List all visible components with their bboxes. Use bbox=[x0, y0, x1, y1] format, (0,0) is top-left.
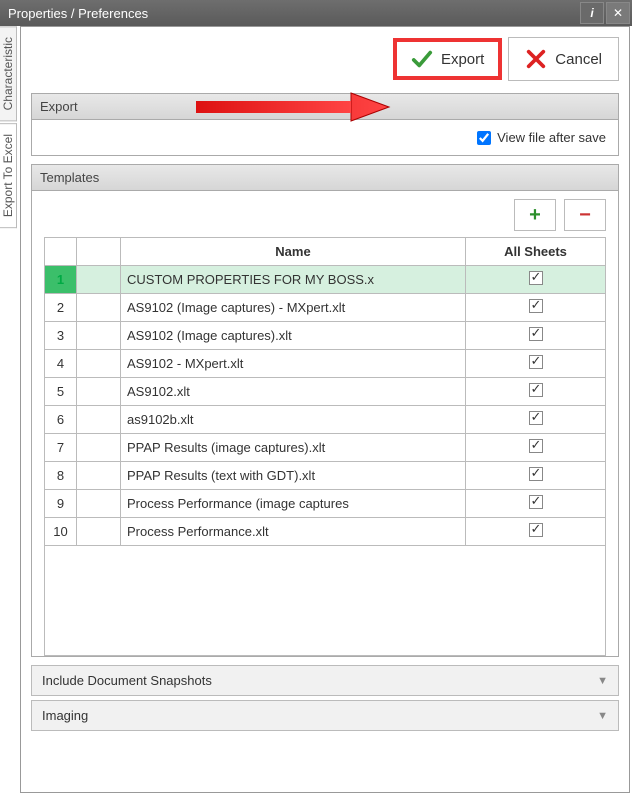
all-sheets-cell[interactable] bbox=[466, 462, 606, 490]
include-snapshots-label: Include Document Snapshots bbox=[42, 673, 212, 688]
row-index: 7 bbox=[45, 434, 77, 462]
all-sheets-cell[interactable] bbox=[466, 350, 606, 378]
drag-handle[interactable] bbox=[77, 462, 121, 490]
template-name-cell[interactable]: Process Performance.xlt bbox=[121, 518, 466, 546]
titlebar: Properties / Preferences i ✕ bbox=[0, 0, 632, 26]
table-row[interactable]: 8 PPAP Results (text with GDT).xlt bbox=[45, 462, 606, 490]
main-panel: Export Cancel Export View file after sav… bbox=[20, 26, 630, 793]
row-index: 10 bbox=[45, 518, 77, 546]
all-sheets-checkbox[interactable] bbox=[529, 495, 543, 509]
info-button[interactable]: i bbox=[580, 2, 604, 24]
table-row[interactable]: 2 AS9102 (Image captures) - MXpert.xlt bbox=[45, 294, 606, 322]
callout-arrow-icon bbox=[191, 87, 391, 127]
table-row[interactable]: 3 AS9102 (Image captures).xlt bbox=[45, 322, 606, 350]
window-title: Properties / Preferences bbox=[8, 6, 148, 21]
template-name-cell[interactable]: as9102b.xlt bbox=[121, 406, 466, 434]
table-row[interactable]: 4 AS9102 - MXpert.xlt bbox=[45, 350, 606, 378]
template-name-cell[interactable]: CUSTOM PROPERTIES FOR MY BOSS.x bbox=[121, 266, 466, 294]
row-index: 9 bbox=[45, 490, 77, 518]
col-all-sheets[interactable]: All Sheets bbox=[466, 238, 606, 266]
table-row[interactable]: 6 as9102b.xlt bbox=[45, 406, 606, 434]
table-row[interactable]: 1 CUSTOM PROPERTIES FOR MY BOSS.x bbox=[45, 266, 606, 294]
include-snapshots-section[interactable]: Include Document Snapshots ▼ bbox=[31, 665, 619, 696]
all-sheets-cell[interactable] bbox=[466, 294, 606, 322]
all-sheets-cell[interactable] bbox=[466, 406, 606, 434]
view-file-after-save-row[interactable]: View file after save bbox=[44, 130, 606, 145]
col-name[interactable]: Name bbox=[121, 238, 466, 266]
drag-handle[interactable] bbox=[77, 294, 121, 322]
checkmark-icon bbox=[411, 48, 433, 70]
view-file-after-save-checkbox[interactable] bbox=[477, 131, 491, 145]
row-index: 2 bbox=[45, 294, 77, 322]
tab-export-to-excel[interactable]: Export To Excel bbox=[0, 123, 17, 228]
row-index: 8 bbox=[45, 462, 77, 490]
row-index: 4 bbox=[45, 350, 77, 378]
add-template-button[interactable]: + bbox=[514, 199, 556, 231]
imaging-label: Imaging bbox=[42, 708, 88, 723]
template-name-cell[interactable]: AS9102 (Image captures).xlt bbox=[121, 322, 466, 350]
all-sheets-checkbox[interactable] bbox=[529, 271, 543, 285]
drag-handle[interactable] bbox=[77, 378, 121, 406]
view-file-after-save-label: View file after save bbox=[497, 130, 606, 145]
minus-icon: − bbox=[579, 204, 591, 227]
drag-handle[interactable] bbox=[77, 518, 121, 546]
drag-handle[interactable] bbox=[77, 434, 121, 462]
templates-table: Name All Sheets 1 CUSTOM PROPERTIES FOR M… bbox=[44, 237, 606, 546]
chevron-down-icon: ▼ bbox=[597, 675, 608, 687]
all-sheets-cell[interactable] bbox=[466, 378, 606, 406]
col-index bbox=[45, 238, 77, 266]
cancel-button[interactable]: Cancel bbox=[508, 37, 619, 81]
col-drag bbox=[77, 238, 121, 266]
x-icon bbox=[525, 48, 547, 70]
all-sheets-cell[interactable] bbox=[466, 266, 606, 294]
all-sheets-cell[interactable] bbox=[466, 518, 606, 546]
drag-handle[interactable] bbox=[77, 350, 121, 378]
chevron-down-icon: ▼ bbox=[597, 710, 608, 722]
all-sheets-checkbox[interactable] bbox=[529, 355, 543, 369]
template-name-cell[interactable]: AS9102.xlt bbox=[121, 378, 466, 406]
drag-handle[interactable] bbox=[77, 266, 121, 294]
drag-handle[interactable] bbox=[77, 322, 121, 350]
all-sheets-checkbox[interactable] bbox=[529, 299, 543, 313]
imaging-section[interactable]: Imaging ▼ bbox=[31, 700, 619, 731]
table-row[interactable]: 7 PPAP Results (image captures).xlt bbox=[45, 434, 606, 462]
table-empty-space bbox=[44, 546, 606, 656]
template-name-cell[interactable]: Process Performance (image captures bbox=[121, 490, 466, 518]
all-sheets-checkbox[interactable] bbox=[529, 327, 543, 341]
row-index: 6 bbox=[45, 406, 77, 434]
template-name-cell[interactable]: PPAP Results (image captures).xlt bbox=[121, 434, 466, 462]
row-index: 3 bbox=[45, 322, 77, 350]
close-button[interactable]: ✕ bbox=[606, 2, 630, 24]
template-name-cell[interactable]: AS9102 - MXpert.xlt bbox=[121, 350, 466, 378]
tab-characteristic[interactable]: Characteristic bbox=[0, 26, 17, 121]
cancel-label: Cancel bbox=[555, 51, 602, 68]
remove-template-button[interactable]: − bbox=[564, 199, 606, 231]
row-index: 1 bbox=[45, 266, 77, 294]
templates-panel-header: Templates bbox=[32, 165, 618, 191]
export-label: Export bbox=[441, 51, 484, 68]
all-sheets-cell[interactable] bbox=[466, 490, 606, 518]
all-sheets-checkbox[interactable] bbox=[529, 439, 543, 453]
templates-toolbar: + − bbox=[32, 191, 618, 237]
table-row[interactable]: 9 Process Performance (image captures bbox=[45, 490, 606, 518]
side-tabs: Characteristic Export To Excel bbox=[0, 26, 20, 795]
all-sheets-checkbox[interactable] bbox=[529, 467, 543, 481]
all-sheets-cell[interactable] bbox=[466, 434, 606, 462]
row-index: 5 bbox=[45, 378, 77, 406]
all-sheets-checkbox[interactable] bbox=[529, 383, 543, 397]
table-row[interactable]: 5 AS9102.xlt bbox=[45, 378, 606, 406]
action-buttons-row: Export Cancel bbox=[21, 27, 629, 89]
all-sheets-checkbox[interactable] bbox=[529, 411, 543, 425]
template-name-cell[interactable]: PPAP Results (text with GDT).xlt bbox=[121, 462, 466, 490]
drag-handle[interactable] bbox=[77, 406, 121, 434]
templates-panel: Templates + − Name All Sheets 1 CUSTOM PR… bbox=[31, 164, 619, 657]
all-sheets-cell[interactable] bbox=[466, 322, 606, 350]
table-row[interactable]: 10 Process Performance.xlt bbox=[45, 518, 606, 546]
plus-icon: + bbox=[529, 204, 541, 227]
all-sheets-checkbox[interactable] bbox=[529, 523, 543, 537]
export-button[interactable]: Export bbox=[393, 38, 502, 80]
drag-handle[interactable] bbox=[77, 490, 121, 518]
template-name-cell[interactable]: AS9102 (Image captures) - MXpert.xlt bbox=[121, 294, 466, 322]
